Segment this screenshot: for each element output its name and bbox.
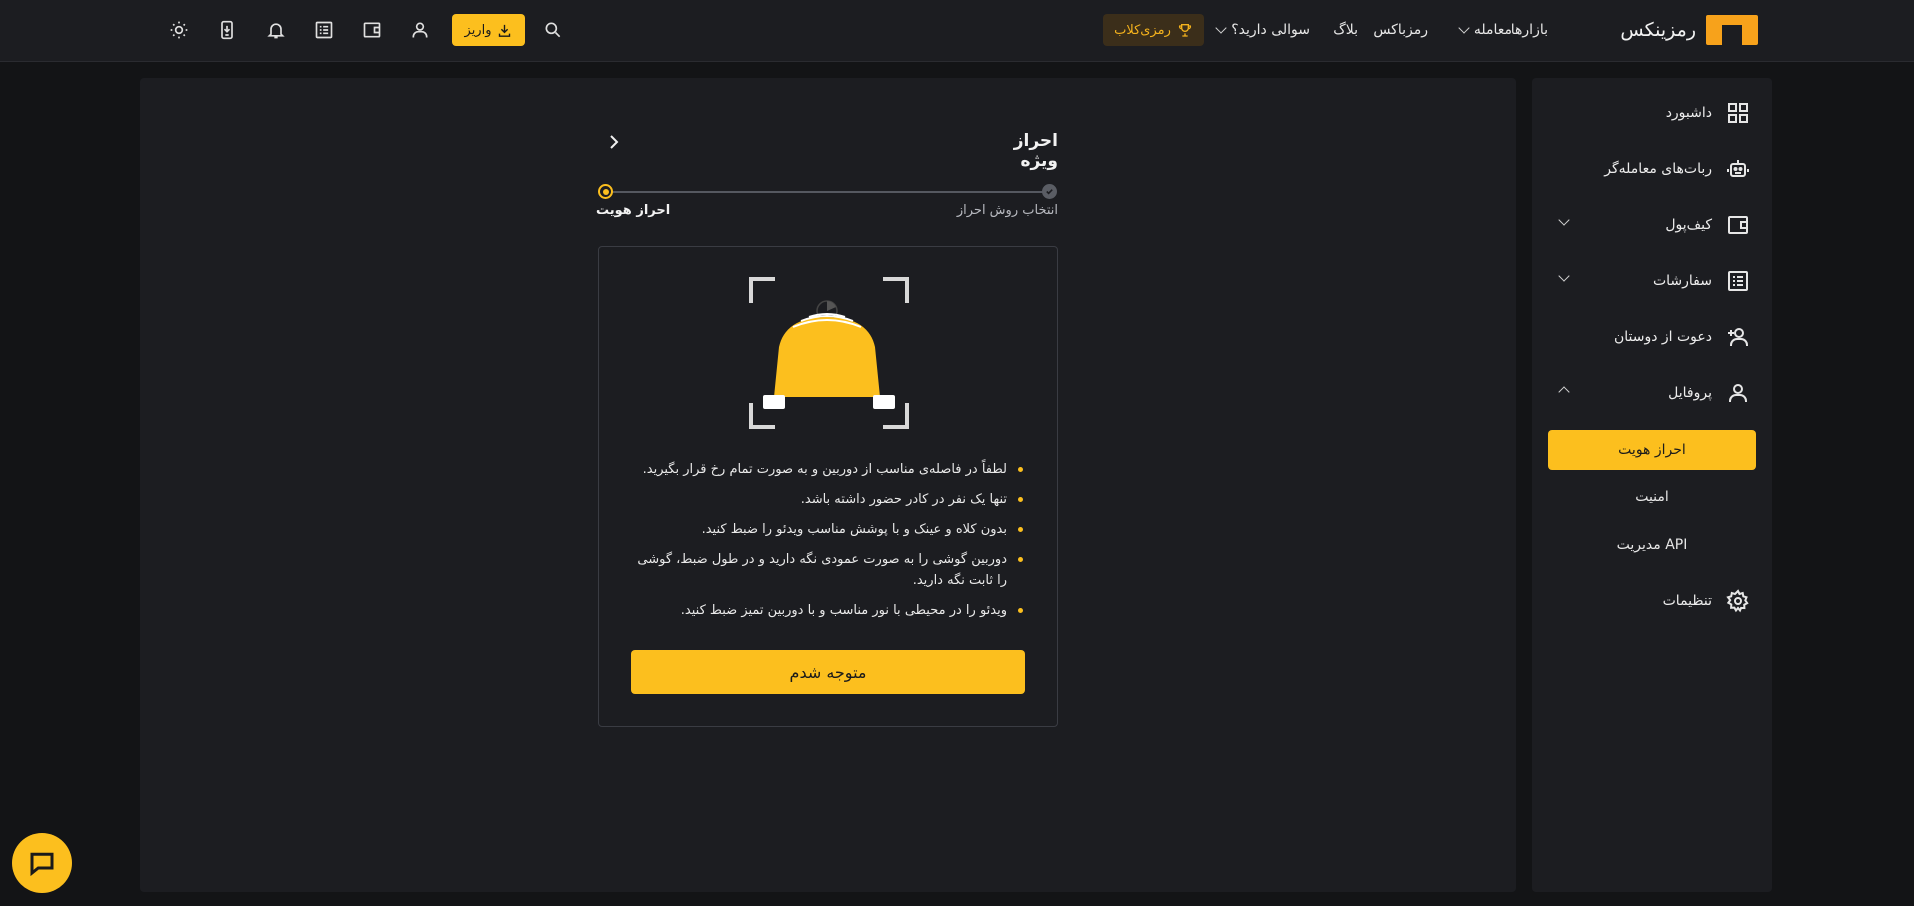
confirm-button[interactable]: متوجه شدم: [631, 650, 1025, 694]
nav-trade-label: معامله: [1473, 22, 1512, 38]
list-item: تنها یک نفر در کادر حضور داشته باشد.: [635, 489, 1023, 510]
sidebar-item-profile[interactable]: پروفایل: [1558, 373, 1750, 413]
sidebar-item-label: تنظیمات: [1662, 593, 1712, 609]
page-title: احراز ویژه: [1013, 131, 1058, 171]
nav-blog[interactable]: بلاگ: [1333, 0, 1358, 60]
deposit-button[interactable]: واریز: [452, 14, 525, 46]
add-user-icon: [1728, 328, 1748, 346]
sidebar-item-dashboard[interactable]: داشبورد: [1570, 93, 1750, 133]
app-download-icon[interactable]: [215, 18, 239, 42]
orders-icon[interactable]: [312, 18, 336, 42]
nav-ramzbox-label: رمزباکس: [1373, 22, 1428, 38]
club-button[interactable]: رمزی‌کلاب: [1103, 14, 1204, 46]
check-icon: [1046, 189, 1053, 195]
sidebar-sub-label: امنیت: [1635, 489, 1669, 505]
sidebar-sub-label: احراز هویت: [1618, 442, 1686, 458]
chevron-down-icon: [1458, 22, 1470, 34]
logo-text: رمزینکس: [1620, 19, 1696, 41]
list-item: دوربین گوشی را به صورت عمودی نگه دارید و…: [635, 549, 1023, 591]
search-icon[interactable]: [541, 18, 565, 42]
gear-icon: [1726, 589, 1749, 613]
instructions-card: لطفاً در فاصله‌ی مناسب از دوربین و به صو…: [598, 246, 1058, 727]
list-item: لطفاً در فاصله‌ی مناسب از دوربین و به صو…: [635, 459, 1023, 480]
chevron-down-icon: [1215, 22, 1227, 34]
chevron-right-icon[interactable]: [606, 134, 622, 150]
sidebar-item-settings[interactable]: تنظیمات: [1570, 581, 1750, 621]
selfie-frame-illustration: [749, 277, 909, 429]
nav-markets-label: بازارها: [1510, 22, 1548, 38]
step-label-kyc: احراز هویت: [596, 203, 671, 218]
theme-sun-icon[interactable]: [167, 18, 191, 42]
nav-faq-label: سوالی دارید؟: [1231, 22, 1310, 38]
user-icon[interactable]: [408, 18, 432, 42]
sidebar-item-label: داشبورد: [1665, 105, 1712, 121]
list-item: بدون کلاه و عینک و با پوشش مناسب ویدئو ر…: [635, 519, 1023, 540]
support-chat-button[interactable]: [12, 833, 72, 893]
sidebar-item-invite[interactable]: دعوت از دوستان: [1570, 317, 1750, 357]
sidebar-sub-label: مدیریت API: [1616, 537, 1688, 553]
nav-faq[interactable]: سوالی دارید؟: [1215, 0, 1310, 60]
sidebar-sub-kyc[interactable]: احراز هویت: [1548, 430, 1756, 470]
robot-icon: [1727, 160, 1749, 177]
chevron-down-icon[interactable]: [1558, 214, 1570, 226]
sidebar-item-wallet[interactable]: کیف‌پول: [1558, 205, 1750, 245]
sidebar-sub-api[interactable]: مدیریت API: [1548, 525, 1756, 565]
step-dot-current: [598, 184, 613, 199]
sidebar-item-label: سفارشات: [1652, 273, 1712, 289]
wallet-icon: [1728, 216, 1748, 234]
logo-mark-icon: [1706, 15, 1758, 45]
list-icon: [1728, 271, 1748, 291]
top-bar: رمزینکس بازارها معامله رمزباکس بلاگ سوال…: [0, 0, 1914, 62]
club-label: رمزی‌کلاب: [1114, 22, 1171, 38]
download-icon: [499, 24, 511, 37]
user-icon: [1729, 384, 1747, 402]
nav-markets[interactable]: بازارها: [1511, 0, 1548, 60]
wallet-icon[interactable]: [360, 18, 384, 42]
chevron-down-icon[interactable]: [1558, 270, 1570, 282]
sidebar-item-label: ربات‌های معامله‌گر: [1604, 161, 1712, 177]
grid-icon: [1728, 103, 1748, 123]
sidebar-item-label: کیف‌پول: [1665, 217, 1712, 233]
rules-list: لطفاً در فاصله‌ی مناسب از دوربین و به صو…: [635, 459, 1023, 630]
sidebar-item-bots[interactable]: ربات‌های معامله‌گر: [1570, 149, 1750, 189]
sidebar-sub-security[interactable]: امنیت: [1548, 477, 1756, 517]
nav-trade[interactable]: معامله: [1458, 0, 1512, 60]
sidebar-item-label: دعوت از دوستان: [1613, 329, 1712, 345]
sidebar-item-orders[interactable]: سفارشات: [1558, 261, 1750, 301]
nav-blog-label: بلاگ: [1333, 22, 1358, 38]
list-item: ویدئو را در محیطی با نور مناسب و با دورب…: [635, 600, 1023, 621]
bell-icon[interactable]: [264, 18, 288, 42]
sidebar: داشبورد ربات‌های معامله‌گر کیف‌پول سفارش…: [1532, 78, 1772, 892]
sidebar-item-label: پروفایل: [1668, 385, 1712, 401]
trophy-icon: [1178, 24, 1191, 37]
nav-ramzbox[interactable]: رمزباکس: [1373, 0, 1428, 60]
step-label-method: انتخاب روش احراز: [956, 203, 1058, 218]
logo[interactable]: رمزینکس: [1592, 14, 1758, 46]
step-dot-done: [1042, 184, 1057, 199]
chat-icon: [30, 852, 54, 877]
deposit-label: واریز: [464, 22, 492, 38]
stepper-line: [605, 191, 1049, 193]
chevron-up-icon[interactable]: [1558, 386, 1570, 398]
